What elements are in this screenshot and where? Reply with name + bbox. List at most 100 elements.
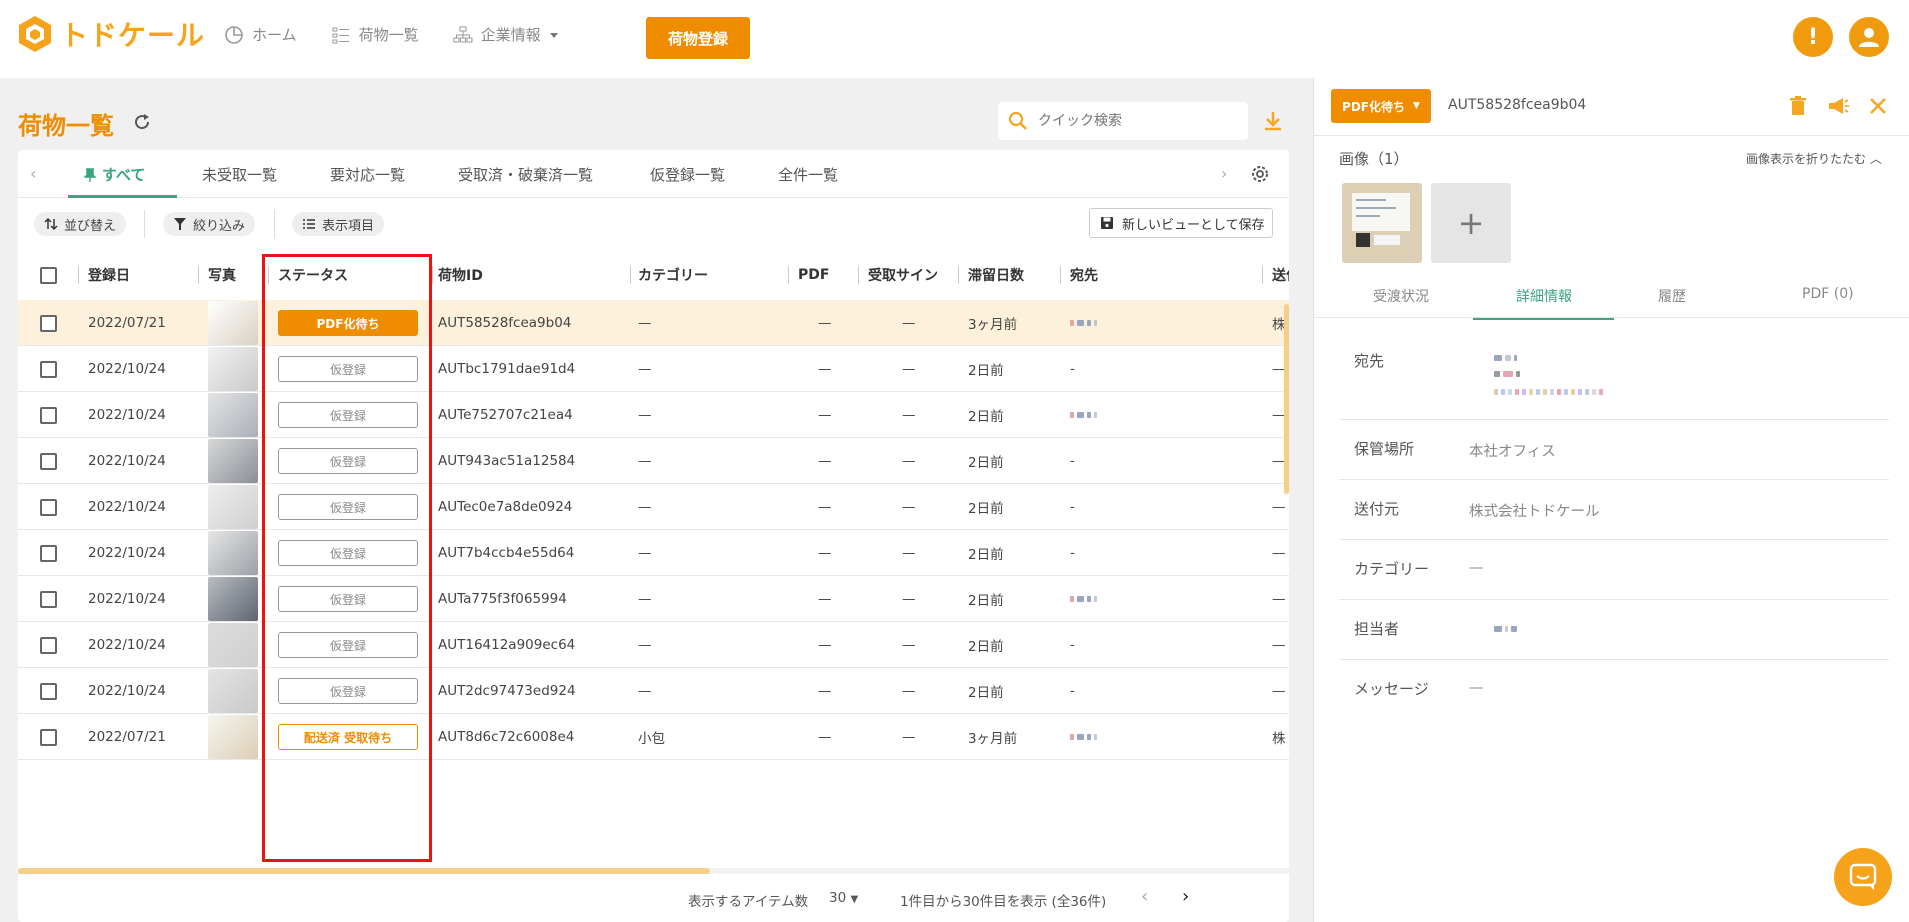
row-checkbox[interactable] <box>40 438 57 484</box>
cell-parcel-id[interactable]: AUTbc1791dae91d4 <box>438 346 575 392</box>
cell-photo[interactable] <box>208 714 258 760</box>
tab-provisional[interactable]: 仮登録一覧 <box>650 164 725 185</box>
tabs-scroll-right-icon[interactable]: › <box>1221 164 1227 183</box>
refresh-icon[interactable] <box>132 112 152 132</box>
status-button[interactable]: 仮登録 <box>278 494 418 520</box>
per-page-select[interactable]: 30 ▼ <box>829 890 858 906</box>
column-header-pdf[interactable]: PDF <box>798 250 829 300</box>
column-header-days[interactable]: 滞留日数 <box>968 250 1024 300</box>
nav-home[interactable]: ホーム <box>224 24 297 45</box>
search-input[interactable] <box>1038 113 1228 129</box>
column-header-parcel-id[interactable]: 荷物ID <box>438 250 483 300</box>
megaphone-icon[interactable] <box>1826 94 1850 118</box>
nav-parcels[interactable]: 荷物一覧 <box>331 24 419 45</box>
status-button[interactable]: 仮登録 <box>278 632 418 658</box>
cell-photo[interactable] <box>208 392 258 438</box>
detail-tab-history[interactable]: 履歴 <box>1658 286 1686 306</box>
tab-received-discarded[interactable]: 受取済・破棄済一覧 <box>458 164 593 185</box>
row-checkbox[interactable] <box>40 392 57 438</box>
column-header-recipient[interactable]: 宛先 <box>1070 250 1098 300</box>
user-avatar-icon[interactable] <box>1849 17 1889 57</box>
parcel-image-thumbnail[interactable] <box>1342 183 1422 263</box>
gear-icon[interactable] <box>1250 164 1270 184</box>
table-row[interactable]: 2022/10/24 仮登録 AUT2dc97473ed924 — — — 2日… <box>18 668 1289 714</box>
cell-parcel-id[interactable]: AUT2dc97473ed924 <box>438 668 576 714</box>
row-checkbox[interactable] <box>40 346 57 392</box>
tabs-scroll-left-icon[interactable]: ‹ <box>30 164 36 183</box>
row-checkbox[interactable] <box>40 714 57 760</box>
tab-unreceived[interactable]: 未受取一覧 <box>202 164 277 185</box>
cell-photo[interactable] <box>208 576 258 622</box>
row-checkbox[interactable] <box>40 484 57 530</box>
quick-search[interactable] <box>998 102 1248 140</box>
status-button[interactable]: 仮登録 <box>278 356 418 382</box>
column-header-status[interactable]: ステータス <box>278 250 348 300</box>
cell-photo[interactable] <box>208 346 258 392</box>
row-checkbox[interactable] <box>40 622 57 668</box>
tab-all[interactable]: すべて <box>83 164 145 185</box>
status-button[interactable]: 仮登録 <box>278 586 418 612</box>
table-row[interactable]: 2022/10/24 仮登録 AUT943ac51a12584 — — — 2日… <box>18 438 1289 484</box>
column-header-sender[interactable]: 送付 <box>1272 250 1289 300</box>
logo[interactable]: トドケール <box>18 14 205 54</box>
status-button[interactable]: 仮登録 <box>278 448 418 474</box>
column-header-date[interactable]: 登録日 <box>88 250 130 300</box>
cell-photo[interactable] <box>208 300 258 346</box>
prev-page-icon[interactable]: ‹ <box>1141 886 1148 907</box>
column-header-photo[interactable]: 写真 <box>208 250 236 300</box>
chat-support-icon[interactable] <box>1834 848 1892 906</box>
cell-parcel-id[interactable]: AUT58528fcea9b04 <box>438 300 571 346</box>
detail-tab-pdf[interactable]: PDF (0) <box>1802 286 1854 302</box>
vertical-scrollbar[interactable] <box>1284 304 1289 494</box>
column-header-category[interactable]: カテゴリー <box>638 250 708 300</box>
cell-photo[interactable] <box>208 438 258 484</box>
cell-parcel-id[interactable]: AUTe752707c21ea4 <box>438 392 573 438</box>
register-parcel-button[interactable]: 荷物登録 <box>646 17 750 59</box>
row-checkbox[interactable] <box>40 668 57 714</box>
cell-parcel-id[interactable]: AUTec0e7a8de0924 <box>438 484 572 530</box>
column-header-signature[interactable]: 受取サイン <box>868 250 938 300</box>
columns-button[interactable]: 表示項目 <box>292 212 385 236</box>
download-icon[interactable] <box>1262 110 1284 132</box>
status-button[interactable]: 仮登録 <box>278 678 418 704</box>
nav-company[interactable]: 企業情報 <box>453 24 559 45</box>
detail-status-dropdown[interactable]: PDF化待ち ▼ <box>1331 89 1431 123</box>
alert-icon[interactable]: ! <box>1793 17 1833 57</box>
detail-tab-delivery[interactable]: 受渡状況 <box>1373 286 1429 306</box>
cell-parcel-id[interactable]: AUT8d6c72c6008e4 <box>438 714 574 760</box>
table-row[interactable]: 2022/10/24 仮登録 AUTec0e7a8de0924 — — — 2日… <box>18 484 1289 530</box>
status-button[interactable]: 仮登録 <box>278 540 418 566</box>
cell-photo[interactable] <box>208 530 258 576</box>
table-row[interactable]: 2022/10/24 仮登録 AUTbc1791dae91d4 — — — 2日… <box>18 346 1289 392</box>
cell-photo[interactable] <box>208 484 258 530</box>
tab-action-required[interactable]: 要対応一覧 <box>330 164 405 185</box>
table-row[interactable]: 2022/10/24 仮登録 AUT16412a909ec64 — — — 2日… <box>18 622 1289 668</box>
detail-tab-details[interactable]: 詳細情報 <box>1516 286 1572 306</box>
sort-button[interactable]: 並び替え <box>34 212 127 236</box>
save-as-view-button[interactable]: 新しいビューとして保存 <box>1089 208 1273 238</box>
table-row[interactable]: 2022/10/24 仮登録 AUTa775f3f065994 — — — 2日… <box>18 576 1289 622</box>
cell-parcel-id[interactable]: AUTa775f3f065994 <box>438 576 567 622</box>
table-row[interactable]: 2022/10/24 仮登録 AUTe752707c21ea4 — — — 2日… <box>18 392 1289 438</box>
status-button[interactable]: 仮登録 <box>278 402 418 428</box>
status-button[interactable]: 配送済 受取待ち <box>278 724 418 750</box>
collapse-images-toggle[interactable]: 画像表示を折りたたむ ︿ <box>1746 150 1882 167</box>
cell-parcel-id[interactable]: AUT7b4ccb4e55d64 <box>438 530 574 576</box>
table-row[interactable]: 2022/07/21 PDF化待ち AUT58528fcea9b04 — — —… <box>18 300 1289 346</box>
filter-button[interactable]: 絞り込み <box>163 212 256 236</box>
row-checkbox[interactable] <box>40 300 57 346</box>
next-page-icon[interactable]: › <box>1182 886 1189 907</box>
horizontal-scrollbar[interactable] <box>18 868 710 874</box>
row-checkbox[interactable] <box>40 576 57 622</box>
cell-parcel-id[interactable]: AUT16412a909ec64 <box>438 622 575 668</box>
trash-icon[interactable] <box>1786 94 1810 118</box>
cell-photo[interactable] <box>208 668 258 714</box>
add-image-button[interactable]: + <box>1431 183 1511 263</box>
close-icon[interactable] <box>1866 94 1890 118</box>
table-row[interactable]: 2022/07/21 配送済 受取待ち AUT8d6c72c6008e4 小包 … <box>18 714 1289 760</box>
tab-all-records[interactable]: 全件一覧 <box>778 164 838 185</box>
select-all-checkbox[interactable] <box>40 250 57 300</box>
table-row[interactable]: 2022/10/24 仮登録 AUT7b4ccb4e55d64 — — — 2日… <box>18 530 1289 576</box>
cell-parcel-id[interactable]: AUT943ac51a12584 <box>438 438 575 484</box>
status-button[interactable]: PDF化待ち <box>278 310 418 336</box>
